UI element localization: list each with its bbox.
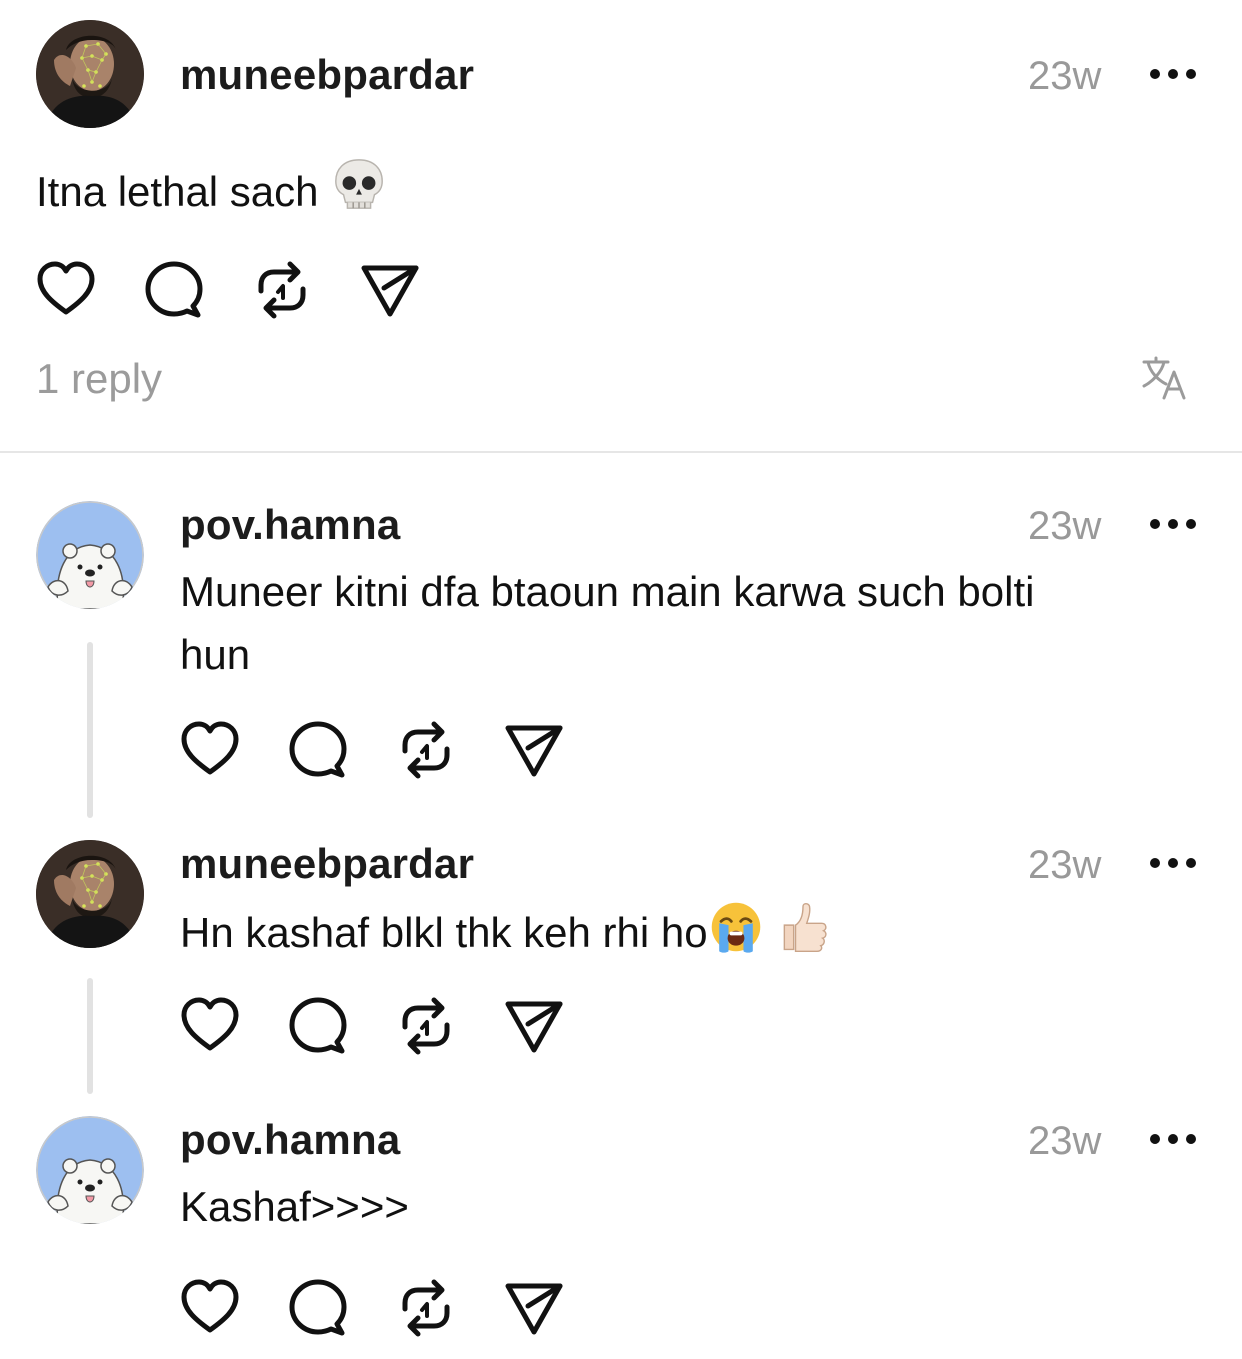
reply-text: Hn kashaf blkl thk keh rhi ho xyxy=(180,899,831,964)
post-username[interactable]: muneebpardar xyxy=(180,54,474,96)
divider xyxy=(0,451,1242,453)
reply-actions xyxy=(178,718,578,782)
more-icon[interactable] xyxy=(1150,857,1196,869)
repost-button[interactable] xyxy=(394,994,458,1058)
post-timestamp: 23w xyxy=(1028,54,1102,98)
repost-button[interactable] xyxy=(250,258,314,322)
avatar[interactable] xyxy=(36,840,144,948)
more-icon[interactable] xyxy=(1150,518,1196,530)
thread-line xyxy=(87,978,93,1094)
skull-emoji xyxy=(330,156,388,214)
send-icon xyxy=(502,994,566,1058)
reply-username[interactable]: muneebpardar xyxy=(180,843,474,885)
reply-count[interactable]: 1 reply xyxy=(36,355,162,403)
repost-icon xyxy=(394,718,458,782)
heart-icon xyxy=(178,994,242,1058)
send-icon xyxy=(358,258,422,322)
reply-actions xyxy=(178,1276,578,1340)
post-actions xyxy=(34,258,434,322)
comment-icon xyxy=(142,258,206,322)
reply-text-line: hun xyxy=(180,631,251,678)
repost-button[interactable] xyxy=(394,1276,458,1340)
comment-icon xyxy=(286,718,350,782)
comment-icon xyxy=(286,994,350,1058)
reply-actions xyxy=(178,994,578,1058)
reply-timestamp: 23w xyxy=(1028,843,1102,887)
threads-page: muneebpardar 23w Itna lethal sach 1 repl… xyxy=(0,0,1242,1359)
more-icon[interactable] xyxy=(1150,68,1196,80)
post-text-content: Itna lethal sach xyxy=(36,168,319,215)
comment-button[interactable] xyxy=(286,994,350,1058)
heart-icon xyxy=(178,1276,242,1340)
reply-text: Muneer kitni dfa btaoun main karwa such … xyxy=(180,560,1180,686)
comment-icon xyxy=(286,1276,350,1340)
crying-emoji xyxy=(708,899,764,955)
repost-button[interactable] xyxy=(394,718,458,782)
like-button[interactable] xyxy=(178,1276,242,1340)
repost-icon xyxy=(394,994,458,1058)
heart-icon xyxy=(178,718,242,782)
like-button[interactable] xyxy=(34,258,98,322)
share-button[interactable] xyxy=(502,994,566,1058)
like-button[interactable] xyxy=(178,718,242,782)
share-button[interactable] xyxy=(502,718,566,782)
send-icon xyxy=(502,718,566,782)
more-icon[interactable] xyxy=(1150,1133,1196,1145)
avatar[interactable] xyxy=(36,501,144,609)
heart-icon xyxy=(34,258,98,322)
avatar[interactable] xyxy=(36,20,144,128)
reply-timestamp: 23w xyxy=(1028,504,1102,548)
repost-icon xyxy=(250,258,314,322)
reply-timestamp: 23w xyxy=(1028,1119,1102,1163)
avatar[interactable] xyxy=(36,1116,144,1224)
comment-button[interactable] xyxy=(286,1276,350,1340)
reply-username[interactable]: pov.hamna xyxy=(180,504,400,546)
reply-text-content: Hn kashaf blkl thk keh rhi ho xyxy=(180,909,708,956)
translate-icon[interactable] xyxy=(1140,354,1190,400)
repost-icon xyxy=(394,1276,458,1340)
comment-button[interactable] xyxy=(142,258,206,322)
post-text: Itna lethal sach xyxy=(36,156,388,223)
share-button[interactable] xyxy=(502,1276,566,1340)
share-button[interactable] xyxy=(358,258,422,322)
comment-button[interactable] xyxy=(286,718,350,782)
send-icon xyxy=(502,1276,566,1340)
thumbs-up-emoji xyxy=(775,899,831,955)
reply-username[interactable]: pov.hamna xyxy=(180,1119,400,1161)
like-button[interactable] xyxy=(178,994,242,1058)
reply-text-line: Muneer kitni dfa btaoun main karwa such … xyxy=(180,568,1035,615)
thread-line xyxy=(87,642,93,818)
reply-text: Kashaf>>>> xyxy=(180,1183,409,1230)
